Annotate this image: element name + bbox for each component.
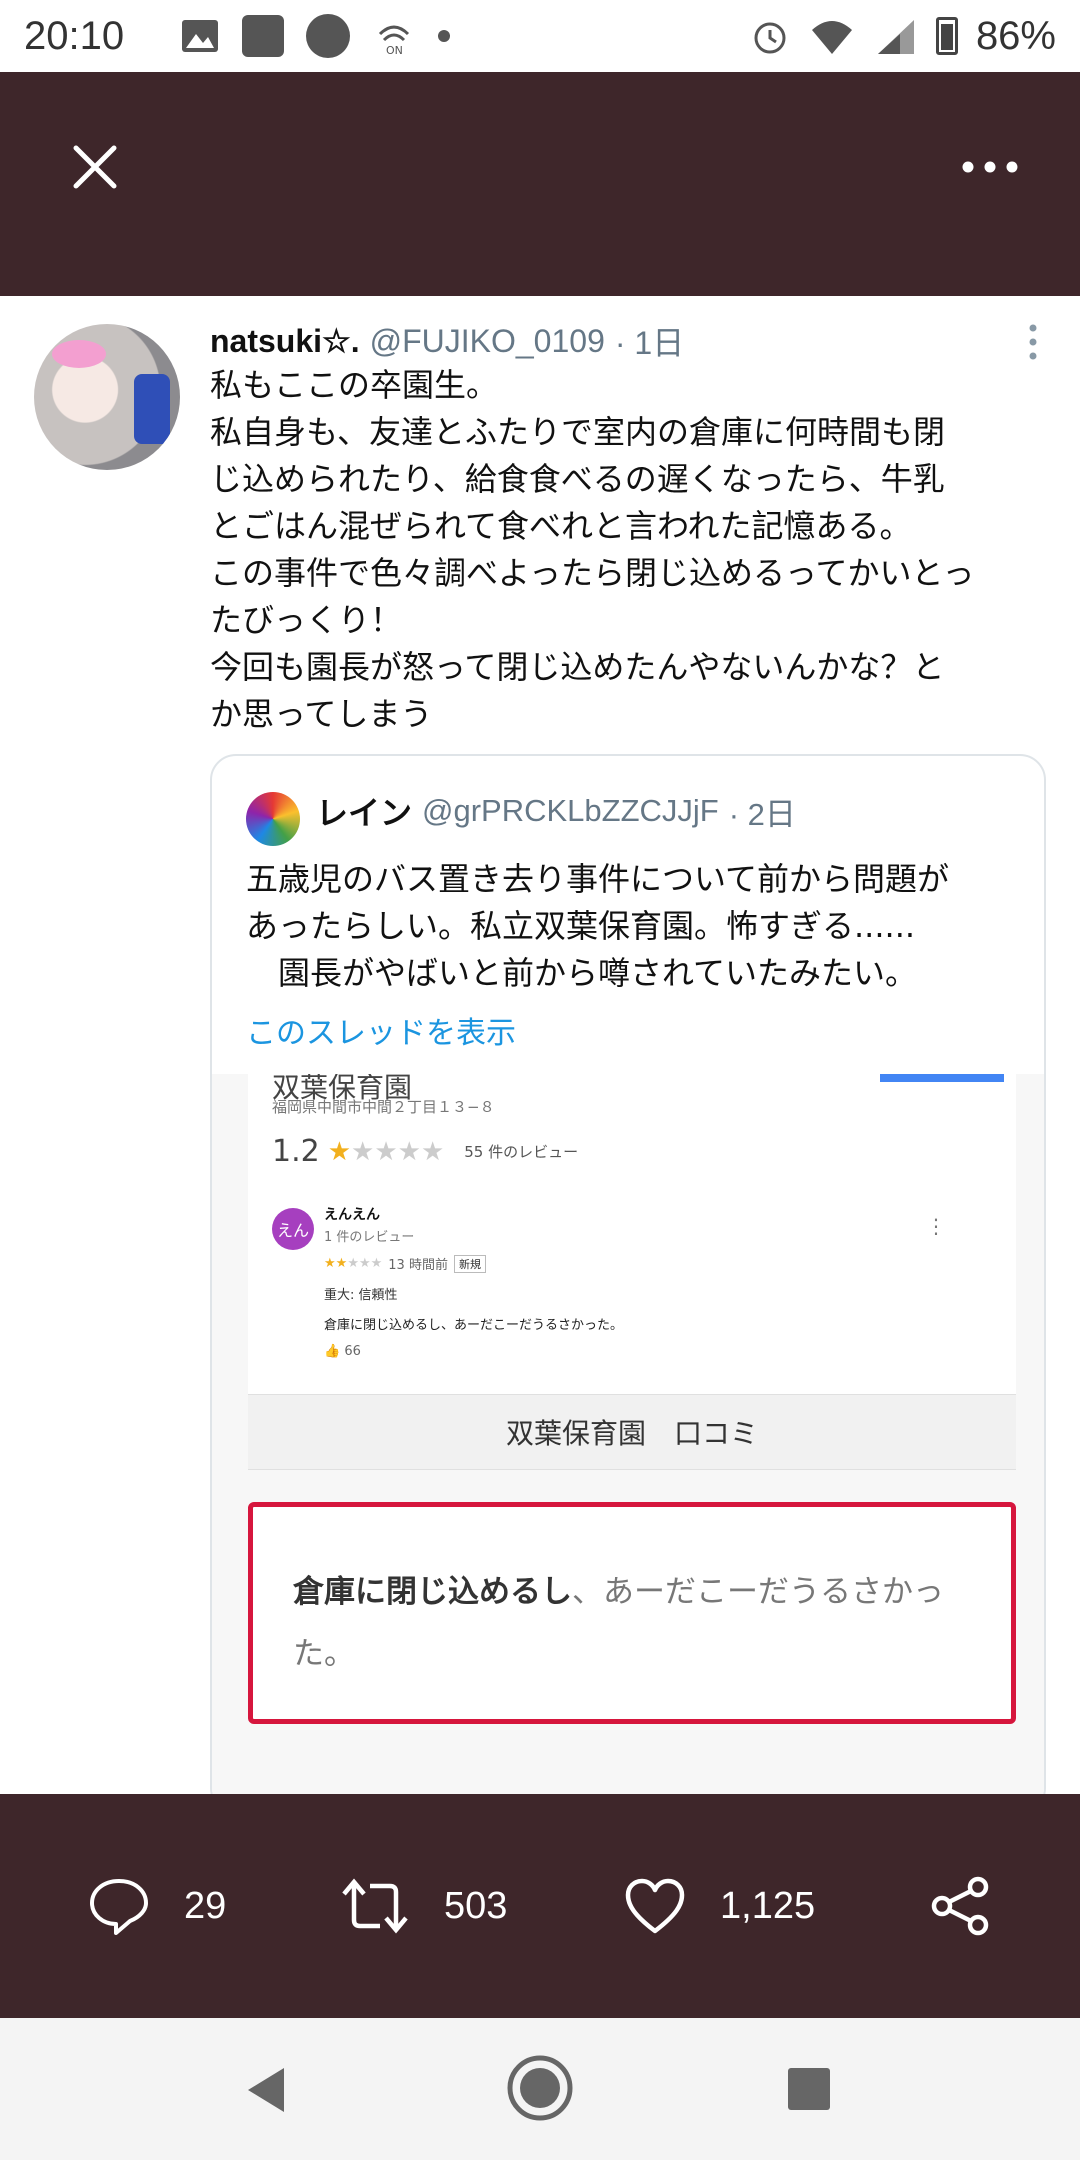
back-icon[interactable] [244, 2064, 288, 2116]
quoted-header: レイン @grPRCKLbZZCJJjF · 2日 [316, 788, 796, 834]
tweet-text: 私もここの卒園生。 私自身も、友達とふたりで室内の倉庫に何時間も閉 じ込められた… [210, 362, 1050, 738]
status-bar: 20:10 ON 86% [0, 0, 1080, 72]
share-icon [931, 1876, 989, 1936]
top-bar [0, 72, 1080, 296]
share-button[interactable] [930, 1794, 992, 2018]
battery-icon [935, 17, 958, 55]
reply-count: 29 [184, 1884, 227, 1927]
quoted-text: 五歳児のバス置き去り事件について前から問題が あったらしい。私立双葉保育園。怖す… [246, 860, 950, 992]
user-handle[interactable]: @FUJIKO_0109 [370, 323, 605, 360]
tweet-text-body: 私もここの卒園生。 私自身も、友達とふたりで室内の倉庫に何時間も閉 じ込められた… [210, 366, 975, 733]
heart-icon [625, 1878, 685, 1934]
review-screenshot: 双葉保育園 福岡県中間市中間２丁目１３−８ 1.2 ★★★★★ 55 件のレビュ… [248, 1074, 1016, 1394]
alarm-icon [754, 22, 786, 54]
recents-icon[interactable] [786, 2066, 832, 2112]
signal-icon [877, 20, 914, 54]
quoted-time: · 2日 [728, 796, 796, 832]
tweet-content: natsuki☆. @FUJIKO_0109 · 1日 私もここの卒園生。 私自… [0, 296, 1080, 1794]
app-notification-icon [242, 15, 285, 57]
home-icon[interactable] [506, 2054, 574, 2122]
quoted-avatar [246, 792, 300, 846]
action-bar: 29 503 1,125 [0, 1794, 1080, 2018]
reviewer-review-count: 1 件のレビュー [324, 1230, 415, 1245]
reply-button[interactable]: 29 [88, 1794, 226, 2018]
image-caption: 双葉保育園 口コミ [248, 1394, 1016, 1470]
highlighted-quote-bold: 倉庫に閉じ込めるし [293, 1574, 572, 1610]
like-button[interactable]: 1,125 [624, 1794, 815, 2018]
battery-percent: 86% [975, 13, 1056, 58]
status-right: 86% [750, 14, 1056, 59]
close-icon[interactable] [70, 142, 120, 192]
svg-text:ON: ON [386, 44, 403, 57]
reviewer-name: えんえん [324, 1207, 380, 1223]
more-options-icon[interactable] [960, 152, 1020, 182]
avatar[interactable] [34, 324, 180, 470]
place-address: 福岡県中間市中間２丁目１３−８ [272, 1098, 495, 1116]
reviewer-avatar: えん [272, 1208, 314, 1250]
retweet-count: 503 [444, 1884, 508, 1927]
review-count: 55 件のレビュー [464, 1143, 579, 1161]
system-nav-bar [0, 2018, 1080, 2160]
review-severity: 重大: 信頼性 [324, 1288, 398, 1303]
tweet-time: · 1日 [614, 325, 685, 361]
review-badge: 新規 [453, 1254, 486, 1273]
place-action-bar [880, 1074, 1004, 1082]
show-thread-link[interactable]: このスレッドを表示 [246, 1008, 516, 1052]
wifi-icon [811, 21, 852, 54]
status-time: 20:10 [24, 13, 125, 58]
nfc-icon: ON [379, 25, 410, 57]
more-notifications-dot [438, 30, 451, 42]
image-notification-icon [182, 20, 219, 52]
highlighted-quote: 倉庫に閉じ込めるし、あーだこーだうるさかった。 [248, 1502, 1016, 1724]
rating-value: 1.2 [272, 1134, 320, 1169]
retweet-icon [342, 1878, 408, 1934]
review-time: 13 時間前 [388, 1258, 448, 1273]
review-stars-icon: ★★★★★ [324, 1256, 383, 1271]
review-meta: ★★★★★ 13 時間前 新規 [324, 1254, 486, 1273]
status-left: 20:10 ON [24, 13, 451, 59]
tweet-menu-icon[interactable] [1026, 322, 1040, 362]
quoted-user-handle: @grPRCKLbZZCJJjF [422, 793, 719, 828]
app-notification-icon-2 [306, 14, 351, 58]
user-name[interactable]: natsuki☆. [210, 322, 360, 360]
review-likes-count: 66 [344, 1344, 361, 1359]
like-count: 1,125 [720, 1884, 816, 1927]
review-likes: 👍 66 [324, 1344, 361, 1359]
place-rating: 1.2 ★★★★★ 55 件のレビュー [272, 1134, 578, 1169]
quoted-user-name: レイン [316, 794, 413, 832]
tweet-header: natsuki☆. @FUJIKO_0109 · 1日 [210, 318, 684, 364]
thumbs-up-icon: 👍 [324, 1344, 341, 1359]
review-text: 倉庫に閉じ込めるし、あーだこーだうるさかった。 [324, 1318, 624, 1333]
quoted-tweet[interactable]: レイン @grPRCKLbZZCJJjF · 2日 五歳児のバス置き去り事件につ… [210, 754, 1046, 1794]
reply-icon [90, 1879, 148, 1935]
retweet-button[interactable]: 503 [340, 1794, 507, 2018]
review-menu-icon: ⋮ [926, 1214, 946, 1238]
rating-stars-icon: ★★★★★ [327, 1136, 445, 1167]
quoted-image[interactable]: 双葉保育園 福岡県中間市中間２丁目１３−８ 1.2 ★★★★★ 55 件のレビュ… [212, 1074, 1044, 1794]
